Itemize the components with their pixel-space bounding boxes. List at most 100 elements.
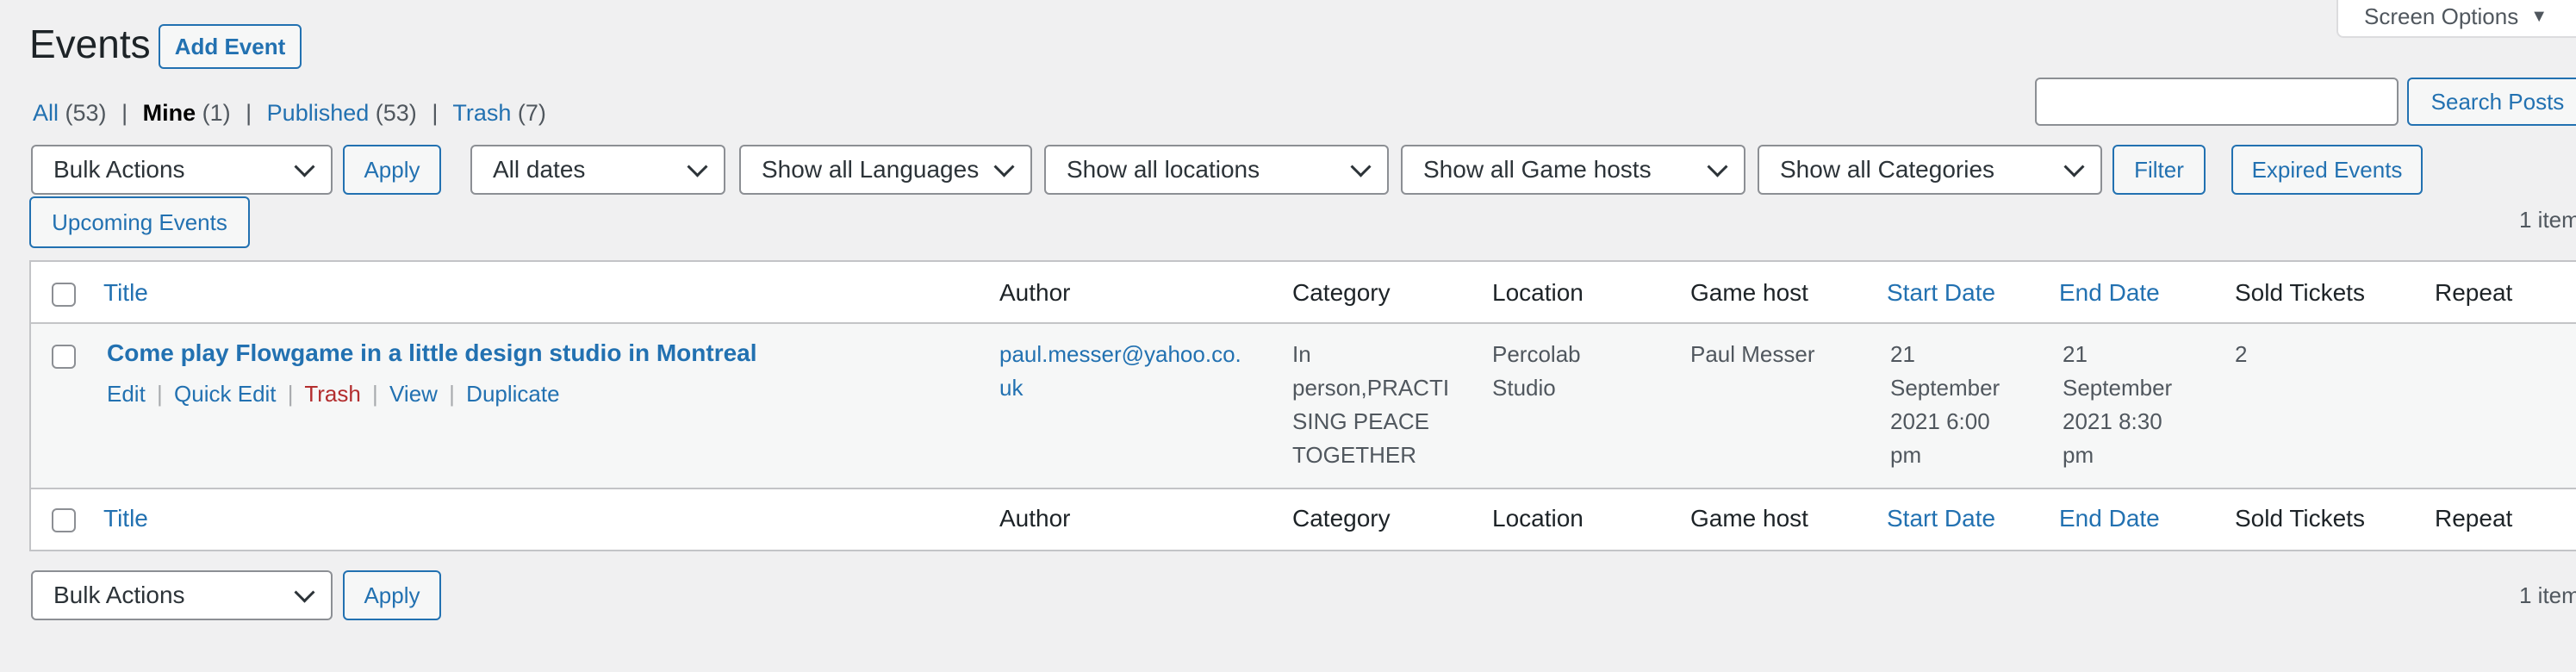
column-start-date-header[interactable]: Start Date	[1887, 279, 1995, 307]
caret-down-icon: ▼	[2530, 6, 2548, 26]
game-hosts-value: Show all Game hosts	[1423, 156, 1652, 183]
end-date-cell: 21 September 2021 8:30 pm	[2063, 338, 2172, 472]
screen-options-label: Screen Options	[2364, 3, 2519, 29]
bulk-actions-value: Bulk Actions	[53, 156, 185, 183]
page-title: Events	[29, 22, 151, 66]
filter-mine-link[interactable]: Mine	[143, 100, 196, 126]
chevron-down-icon	[2063, 156, 2085, 177]
filter-button[interactable]: Filter	[2112, 145, 2206, 195]
start-date-cell: 21 September 2021 6:00 pm	[1890, 338, 2000, 472]
add-event-button[interactable]: Add Event	[159, 24, 302, 69]
author-link-continued[interactable]: uk	[999, 371, 1241, 405]
bulk-actions-value: Bulk Actions	[53, 582, 185, 608]
column-author-footer: Author	[999, 505, 1071, 532]
separator: |	[287, 381, 294, 407]
filter-all-count: (53)	[65, 100, 107, 126]
chevron-down-icon	[687, 156, 708, 177]
languages-select[interactable]: Show all Languages	[739, 145, 1032, 195]
category-line: In	[1292, 341, 1311, 367]
categories-value: Show all Categories	[1780, 156, 1995, 183]
sold-tickets-cell: 2	[2235, 341, 2248, 367]
trash-link[interactable]: Trash	[304, 381, 361, 407]
column-game-host-footer: Game host	[1690, 505, 1808, 532]
categories-select[interactable]: Show all Categories	[1758, 145, 2102, 195]
location-cell: Percolab Studio	[1492, 338, 1581, 405]
category-line: SING PEACE	[1292, 408, 1429, 434]
view-link[interactable]: View	[389, 381, 438, 407]
events-table: Title Author Category Location Game host…	[29, 260, 2576, 551]
locations-select[interactable]: Show all locations	[1044, 145, 1389, 195]
column-sold-tickets-footer: Sold Tickets	[2235, 505, 2365, 532]
start-date-line: 2021 6:00	[1890, 408, 1990, 434]
dates-select[interactable]: All dates	[470, 145, 725, 195]
author-cell: paul.messer@yahoo.co. uk	[999, 338, 1241, 405]
status-filter-nav: All (53) | Mine (1) | Published (53) | T…	[33, 100, 546, 127]
column-category-footer: Category	[1292, 505, 1391, 532]
category-line: TOGETHER	[1292, 442, 1416, 468]
filter-mine-count: (1)	[202, 100, 231, 126]
separator: |	[121, 100, 128, 126]
column-end-date-footer[interactable]: End Date	[2059, 505, 2160, 532]
locations-value: Show all locations	[1067, 156, 1260, 183]
chevron-down-icon	[993, 156, 1015, 177]
column-category-header: Category	[1292, 279, 1391, 306]
apply-button-bottom[interactable]: Apply	[343, 570, 441, 620]
search-input[interactable]	[2035, 78, 2399, 126]
separator: |	[246, 100, 252, 126]
expired-events-button[interactable]: Expired Events	[2231, 145, 2423, 195]
dates-value: All dates	[493, 156, 586, 183]
column-end-date-header[interactable]: End Date	[2059, 279, 2160, 307]
chevron-down-icon	[294, 156, 315, 177]
items-count: 1 item	[2519, 207, 2576, 233]
column-location-header: Location	[1492, 279, 1584, 306]
start-date-line: 21	[1890, 341, 1915, 367]
filter-trash-count: (7)	[517, 100, 546, 126]
separator: |	[372, 381, 378, 407]
edit-link[interactable]: Edit	[107, 381, 146, 407]
row-actions: Edit | Quick Edit | Trash | View | Dupli…	[107, 381, 560, 408]
game-host-cell: Paul Messer	[1690, 341, 1815, 367]
screen-options-button[interactable]: Screen Options ▼	[2336, 0, 2576, 38]
chevron-down-icon	[294, 582, 315, 603]
column-title-header[interactable]: Title	[103, 279, 148, 307]
category-cell: In person,PRACTI SING PEACE TOGETHER	[1292, 338, 1449, 472]
column-title-footer[interactable]: Title	[103, 505, 148, 532]
category-line: person,PRACTI	[1292, 375, 1450, 401]
bulk-actions-select-bottom[interactable]: Bulk Actions	[31, 570, 333, 620]
end-date-line: 2021 8:30	[2063, 408, 2162, 434]
select-all-checkbox[interactable]	[52, 283, 76, 307]
column-game-host-header: Game host	[1690, 279, 1808, 306]
filter-published-link[interactable]: Published	[267, 100, 370, 126]
quick-edit-link[interactable]: Quick Edit	[174, 381, 277, 407]
column-location-footer: Location	[1492, 505, 1584, 532]
duplicate-link[interactable]: Duplicate	[466, 381, 559, 407]
bulk-actions-select[interactable]: Bulk Actions	[31, 145, 333, 195]
upcoming-events-button[interactable]: Upcoming Events	[29, 196, 250, 248]
end-date-line: pm	[2063, 442, 2094, 468]
filter-trash-link[interactable]: Trash	[452, 100, 511, 126]
event-title-link[interactable]: Come play Flowgame in a little design st…	[107, 339, 757, 367]
end-date-line: September	[2063, 375, 2173, 401]
author-link[interactable]: paul.messer@yahoo.co.	[999, 338, 1241, 371]
chevron-down-icon	[1350, 156, 1372, 177]
end-date-line: 21	[2063, 341, 2088, 367]
select-all-checkbox-footer[interactable]	[52, 508, 76, 532]
column-author-header: Author	[999, 279, 1071, 306]
table-row: Come play Flowgame in a little design st…	[31, 324, 2576, 488]
column-repeat-header: Repeat	[2435, 279, 2513, 306]
game-hosts-select[interactable]: Show all Game hosts	[1401, 145, 1745, 195]
start-date-line: September	[1890, 375, 2000, 401]
separator: |	[157, 381, 163, 407]
separator: |	[449, 381, 455, 407]
separator: |	[432, 100, 439, 126]
row-checkbox[interactable]	[52, 345, 76, 369]
column-start-date-footer[interactable]: Start Date	[1887, 505, 1995, 532]
apply-button[interactable]: Apply	[343, 145, 441, 195]
search-posts-button[interactable]: Search Posts	[2407, 78, 2576, 126]
location-line: Studio	[1492, 375, 1556, 401]
chevron-down-icon	[1707, 156, 1728, 177]
column-sold-tickets-header: Sold Tickets	[2235, 279, 2365, 306]
items-count-bottom: 1 item	[2519, 582, 2576, 608]
location-line: Percolab	[1492, 341, 1581, 367]
filter-all-link[interactable]: All	[33, 100, 59, 126]
